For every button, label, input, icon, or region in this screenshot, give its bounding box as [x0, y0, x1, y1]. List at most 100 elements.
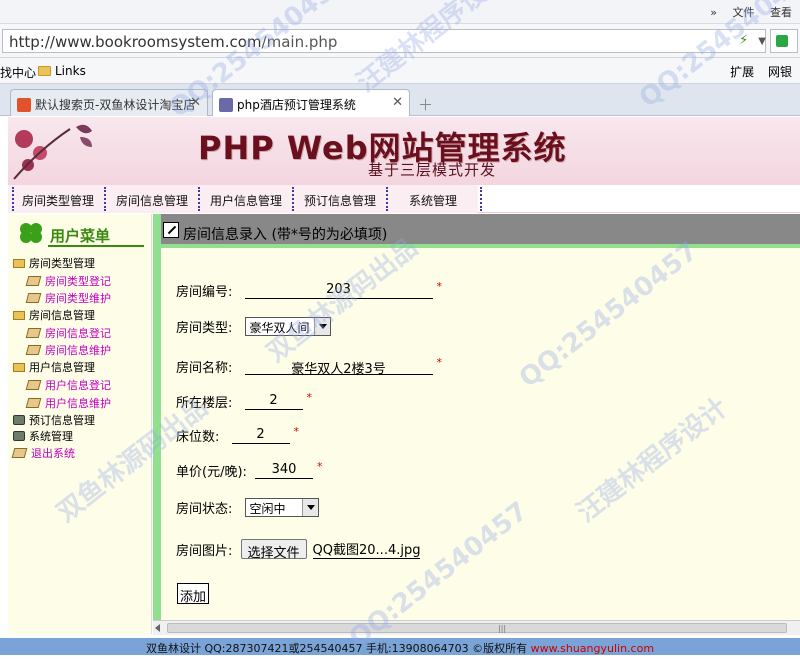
field-label: 房间编号:: [176, 285, 233, 300]
database-icon: [13, 431, 25, 441]
page-icon: [25, 276, 42, 286]
tree-folder-user-info[interactable]: 用户信息管理: [13, 359, 95, 375]
room-type-select[interactable]: 豪华双人间: [244, 317, 331, 336]
database-icon: [13, 415, 25, 425]
tab-label: php酒店预订管理系统: [237, 98, 356, 112]
footer-text: 双鱼林设计 QQ:287307421或254540457 手机:13908064…: [145, 642, 528, 655]
folder-icon: [13, 363, 25, 372]
divider: [48, 245, 144, 247]
choose-file-button[interactable]: 选择文件: [240, 539, 307, 561]
extensions-button[interactable]: 扩展: [730, 65, 754, 79]
address-bar: http://www.bookroomsystem.com/main.php ⚡…: [0, 24, 800, 58]
bookmark-links-label: Links: [55, 64, 86, 78]
select-value: 豪华双人间: [249, 321, 310, 335]
new-tab-icon[interactable]: ＋: [418, 94, 434, 114]
close-icon[interactable]: ✕: [392, 95, 403, 110]
netbank-button[interactable]: 网银: [768, 65, 792, 79]
url-dropdown-icon[interactable]: ▼: [758, 36, 766, 47]
nav-room-info[interactable]: 房间信息管理: [116, 192, 188, 209]
menu-view[interactable]: 查看: [770, 6, 792, 19]
field-label: 所在楼层:: [176, 396, 233, 411]
tree-link-room-type-register[interactable]: 房间类型登记: [25, 273, 111, 289]
bookmark-item[interactable]: 找中心: [0, 64, 36, 81]
menu-file[interactable]: 文件: [733, 6, 755, 19]
field-price: 单价(元/晚): 340 *: [176, 460, 323, 480]
room-no-input[interactable]: 203: [244, 282, 433, 299]
required-mark: *: [306, 391, 313, 404]
tree-label: 用户信息维护: [45, 397, 111, 410]
field-label: 房间类型:: [176, 321, 233, 336]
sidebar-divider-bar: [153, 214, 161, 624]
edit-icon: [163, 222, 179, 238]
taobao-favicon-icon: [17, 98, 31, 112]
url-actions: ⚡ ▼: [739, 33, 766, 48]
nav-separator: [480, 187, 482, 211]
tree-link-room-type-maintain[interactable]: 房间类型维护: [25, 290, 111, 306]
grip-icon: |||: [498, 624, 507, 633]
room-name-input[interactable]: 豪华双人2楼3号: [244, 358, 433, 377]
tree-label: 房间信息登记: [45, 327, 111, 340]
selected-filename: QQ截图20...4.jpg: [312, 539, 421, 559]
tree-label: 用户信息管理: [29, 361, 95, 374]
room-status-select[interactable]: 空闲中: [244, 498, 319, 517]
tree-label: 用户信息登记: [45, 379, 111, 392]
price-input[interactable]: 340: [255, 462, 314, 479]
search-engine-icon[interactable]: [770, 29, 798, 53]
beds-input[interactable]: 2: [231, 427, 290, 444]
page-icon: [25, 380, 42, 390]
nav-user-info[interactable]: 用户信息管理: [210, 192, 282, 209]
site-subtitle: 基于三层模式开发: [368, 161, 497, 179]
main-content: 房间信息录入 (带*号的为必填项) 房间编号: 203 * 房间类型: 豪华双人间…: [161, 214, 800, 624]
add-button[interactable]: 添加: [177, 583, 209, 605]
field-label: 房间状态:: [176, 502, 233, 517]
tree-folder-room-info[interactable]: 房间信息管理: [13, 307, 95, 323]
form-title: 房间信息录入 (带*号的为必填项): [183, 227, 388, 243]
bookmark-links[interactable]: Links: [38, 64, 86, 78]
field-room-no: 房间编号: 203 *: [176, 280, 442, 300]
scroll-left-arrow-icon[interactable]: [155, 624, 160, 632]
tree-link-room-info-maintain[interactable]: 房间信息维护: [25, 342, 111, 358]
field-status: 房间状态: 空闲中: [176, 498, 319, 517]
field-label: 房间图片:: [176, 543, 233, 559]
required-mark: *: [436, 280, 443, 293]
bookmarks-bar: 找中心 Links 扩展 网银: [0, 58, 800, 84]
clover-icon: [20, 223, 42, 243]
tree-item-system[interactable]: 系统管理: [13, 428, 73, 444]
page-icon: [11, 448, 28, 458]
nav-separator: [12, 187, 14, 211]
tree-label: 房间类型维护: [45, 292, 111, 305]
page-icon: [25, 293, 42, 303]
page-icon: [25, 398, 42, 408]
close-icon[interactable]: ✕: [190, 95, 201, 110]
url-host: http://www.bookroomsystem.com: [9, 33, 262, 51]
more-chevron-icon[interactable]: »: [710, 6, 717, 19]
tree-link-user-maintain[interactable]: 用户信息维护: [25, 395, 111, 411]
horizontal-scrollbar[interactable]: |||: [153, 620, 800, 635]
floor-input[interactable]: 2: [244, 393, 303, 410]
tab-label: 默认搜索页-双鱼林设计淘宝店: [35, 98, 196, 112]
lightning-icon[interactable]: ⚡: [739, 33, 748, 48]
footer-link[interactable]: www.shuangyulin.com: [531, 642, 654, 655]
field-room-name: 房间名称: 豪华双人2楼3号 *: [176, 356, 443, 377]
scrollbar-thumb[interactable]: |||: [167, 623, 787, 633]
page-viewport: PHP Web网站管理系统 基于三层模式开发 房间类型管理 房间信息管理 用户信…: [0, 117, 800, 661]
nav-room-type[interactable]: 房间类型管理: [22, 192, 94, 209]
top-nav: 房间类型管理 房间信息管理 用户信息管理 预订信息管理 系统管理: [8, 185, 800, 213]
tab-hotel-system[interactable]: php酒店预订管理系统 ✕: [212, 89, 410, 116]
tree-item-logout[interactable]: 退出系统: [11, 445, 75, 461]
tree-item-booking[interactable]: 预订信息管理: [13, 412, 95, 428]
url-field[interactable]: http://www.bookroomsystem.com/main.php: [2, 29, 766, 53]
nav-separator: [198, 187, 200, 211]
nav-system[interactable]: 系统管理: [409, 192, 457, 209]
tree-link-room-info-register[interactable]: 房间信息登记: [25, 325, 111, 341]
tree-label: 房间信息维护: [45, 344, 111, 357]
tree-link-user-register[interactable]: 用户信息登记: [25, 377, 111, 393]
tab-bar: 默认搜索页-双鱼林设计淘宝店 ✕ php酒店预订管理系统 ✕ ＋: [0, 84, 800, 116]
tree-label: 预订信息管理: [29, 414, 95, 427]
tab-search-page[interactable]: 默认搜索页-双鱼林设计淘宝店 ✕: [10, 89, 208, 116]
tree-folder-room-type[interactable]: 房间类型管理: [13, 255, 95, 271]
required-mark: *: [436, 356, 443, 369]
tree-label: 房间类型管理: [29, 257, 95, 270]
nav-booking-info[interactable]: 预订信息管理: [304, 192, 376, 209]
required-mark: *: [317, 460, 323, 473]
